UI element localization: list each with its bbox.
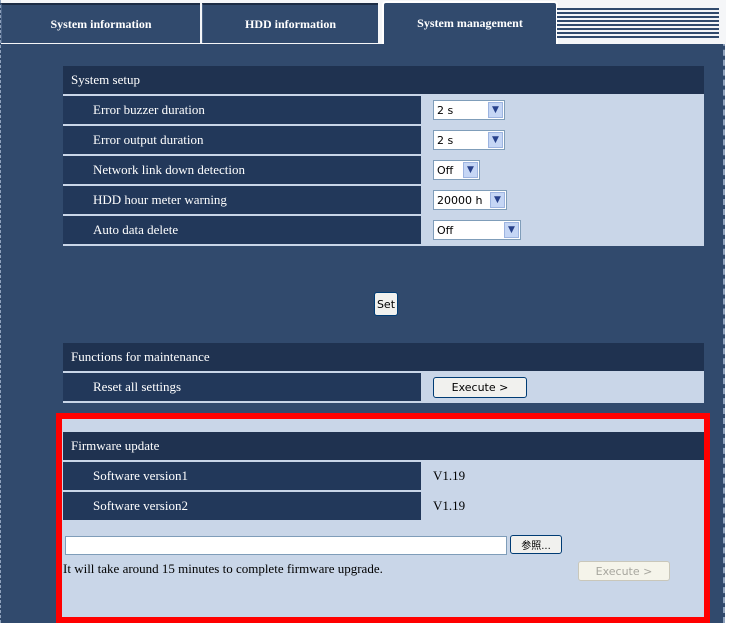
error-output-duration-label: Error output duration	[63, 126, 423, 154]
table-row: Error buzzer duration 2 s ▼	[63, 96, 704, 126]
network-link-down-detection-select[interactable]: Off ▼	[433, 160, 480, 180]
software-version1-value: V1.19	[423, 462, 704, 490]
chevron-down-icon: ▼	[490, 192, 505, 208]
software-version2-label: Software version2	[63, 492, 423, 520]
firmware-table: Firmware update Software version1 V1.19 …	[63, 432, 704, 522]
firmware-header: Firmware update	[63, 432, 704, 462]
reset-all-settings-label: Reset all settings	[63, 373, 423, 401]
reset-execute-button[interactable]: Execute >	[433, 376, 527, 398]
auto-data-delete-select[interactable]: Off ▼	[433, 220, 521, 240]
firmware-upgrade-note: It will take around 15 minutes to comple…	[63, 561, 383, 576]
system-setup-table: System setup Error buzzer duration 2 s ▼…	[63, 66, 704, 246]
tab-separator	[378, 3, 380, 43]
firmware-upload-area: 参照... It will take around 15 minutes to …	[63, 533, 704, 617]
tab-bar-filler	[557, 8, 719, 38]
table-row: Network link down detection Off ▼	[63, 156, 704, 186]
system-setup-header: System setup	[63, 66, 704, 96]
set-button[interactable]: Set	[374, 292, 398, 316]
settings-frame: System information HDD information Syste…	[0, 0, 726, 623]
error-output-duration-select[interactable]: 2 s ▼	[433, 130, 505, 150]
table-row: HDD hour meter warning 20000 h ▼	[63, 186, 704, 216]
chevron-down-icon: ▼	[504, 222, 519, 238]
maintenance-table: Functions for maintenance Reset all sett…	[63, 343, 704, 403]
software-version2-value: V1.19	[423, 492, 704, 520]
software-version1-label: Software version1	[63, 462, 423, 490]
chevron-down-icon: ▼	[463, 162, 478, 178]
network-link-down-detection-label: Network link down detection	[63, 156, 423, 184]
hdd-hour-meter-warning-select[interactable]: 20000 h ▼	[433, 190, 507, 210]
table-row: Software version2 V1.19	[63, 492, 704, 522]
error-buzzer-duration-label: Error buzzer duration	[63, 96, 423, 124]
chevron-down-icon: ▼	[488, 102, 503, 118]
tab-system-information[interactable]: System information	[1, 3, 200, 43]
chevron-down-icon: ▼	[488, 132, 503, 148]
table-row: Error output duration 2 s ▼	[63, 126, 704, 156]
firmware-file-input[interactable]	[65, 536, 507, 555]
browse-button[interactable]: 参照...	[510, 535, 562, 554]
tab-hdd-information[interactable]: HDD information	[202, 3, 378, 43]
tab-bar: System information HDD information Syste…	[1, 0, 726, 44]
firmware-execute-button[interactable]: Execute >	[578, 561, 670, 581]
table-row: Auto data delete Off ▼	[63, 216, 704, 246]
auto-data-delete-label: Auto data delete	[63, 216, 423, 244]
tab-system-management[interactable]: System management	[382, 1, 558, 44]
maintenance-header: Functions for maintenance	[63, 343, 704, 373]
table-row: Reset all settings Execute >	[63, 373, 704, 403]
error-buzzer-duration-select[interactable]: 2 s ▼	[433, 100, 505, 120]
table-row: Software version1 V1.19	[63, 462, 704, 492]
hdd-hour-meter-warning-label: HDD hour meter warning	[63, 186, 423, 214]
